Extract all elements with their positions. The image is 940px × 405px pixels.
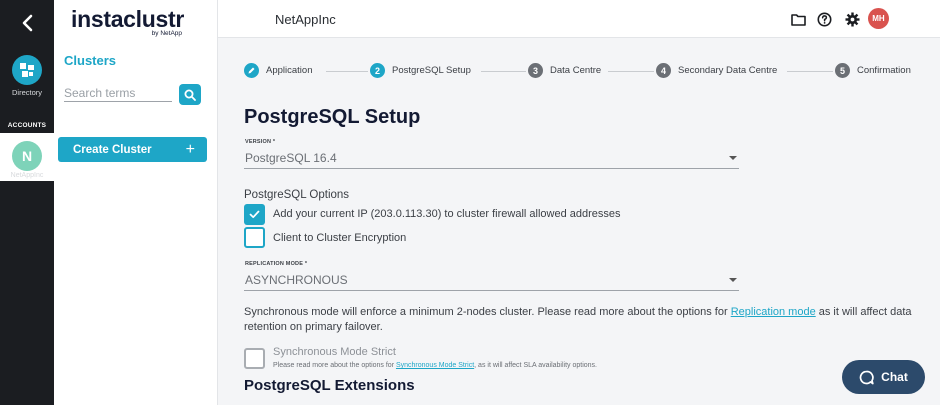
sync-description: Synchronous mode will enforce a minimum … xyxy=(244,305,924,335)
strict-mode-description: Please read more about the options for S… xyxy=(273,362,597,369)
chat-bubble-icon xyxy=(859,370,874,384)
step-connector xyxy=(326,71,368,72)
replication-mode-link[interactable]: Replication mode xyxy=(731,306,816,318)
replication-value: ASYNCHRONOUS xyxy=(245,273,348,287)
create-cluster-button[interactable]: Create Cluster + xyxy=(58,137,207,162)
sidebar-title: Clusters xyxy=(64,53,117,68)
sync-desc-text: Synchronous mode will enforce a minimum … xyxy=(244,306,731,318)
chat-button[interactable]: Chat xyxy=(842,360,925,394)
left-rail: Directory ACCOUNTS N NetAppInc xyxy=(0,0,54,405)
account-name: NetAppInc xyxy=(10,172,44,179)
directory-icon xyxy=(20,63,34,77)
strict-desc-text-end: , as it will affect SLA availability opt… xyxy=(474,362,597,369)
search-button[interactable] xyxy=(179,84,201,105)
step-secondary-data-centre[interactable]: 4 Secondary Data Centre xyxy=(656,63,777,78)
strict-mode-checkbox[interactable] xyxy=(244,348,265,369)
step-label: Confirmation xyxy=(857,65,911,76)
logo-text: instaclustr xyxy=(71,6,185,32)
step-number: 3 xyxy=(528,63,543,78)
brand-logo: instaclustr by NetApp xyxy=(71,6,184,37)
help-icon xyxy=(817,12,831,26)
step-connector xyxy=(608,71,654,72)
help-button[interactable] xyxy=(816,11,832,27)
folder-button[interactable] xyxy=(790,11,806,27)
chat-label: Chat xyxy=(881,370,908,384)
encryption-checkbox[interactable] xyxy=(244,227,265,248)
strict-mode-link[interactable]: Synchronous Mode Strict xyxy=(396,362,474,369)
version-value: PostgreSQL 16.4 xyxy=(245,151,337,165)
sidebar: instaclustr by NetApp Clusters Create Cl… xyxy=(54,0,218,405)
page-title: PostgreSQL Setup xyxy=(244,106,421,128)
options-title: PostgreSQL Options xyxy=(244,189,350,201)
user-avatar[interactable]: MH xyxy=(868,8,889,29)
strict-mode-label: Synchronous Mode Strict xyxy=(273,346,396,358)
step-label: Data Centre xyxy=(550,65,602,76)
plus-icon: + xyxy=(185,140,195,158)
directory-label: Directory xyxy=(11,88,42,97)
back-button[interactable] xyxy=(0,0,54,46)
version-select[interactable]: PostgreSQL 16.4 xyxy=(244,147,739,169)
pencil-icon xyxy=(248,67,255,74)
firewall-checkbox[interactable] xyxy=(244,204,265,225)
search-icon xyxy=(184,89,196,101)
account-avatar: N xyxy=(12,141,42,171)
step-done-icon xyxy=(244,63,259,78)
step-label: Application xyxy=(266,65,313,76)
directory-button[interactable] xyxy=(12,55,42,85)
step-number: 4 xyxy=(656,63,671,78)
folder-icon xyxy=(790,13,806,26)
firewall-checkbox-label: Add your current IP (203.0.113.30) to cl… xyxy=(273,208,621,220)
replication-select[interactable]: ASYNCHRONOUS xyxy=(244,269,739,291)
replication-label: REPLICATION MODE * xyxy=(245,261,308,267)
caret-down-icon xyxy=(729,156,737,160)
top-header: NetAppInc MH xyxy=(218,0,940,38)
version-label: VERSION * xyxy=(245,139,276,145)
search-input[interactable] xyxy=(64,84,172,102)
step-number: 2 xyxy=(370,63,385,78)
check-icon xyxy=(249,210,260,219)
step-confirmation[interactable]: 5 Confirmation xyxy=(835,63,911,78)
step-number: 5 xyxy=(835,63,850,78)
caret-down-icon xyxy=(729,278,737,282)
accounts-label: ACCOUNTS xyxy=(7,122,47,129)
settings-button[interactable] xyxy=(844,11,860,27)
step-data-centre[interactable]: 3 Data Centre xyxy=(528,63,601,78)
strict-desc-text: Please read more about the options for xyxy=(273,362,396,369)
extensions-title: PostgreSQL Extensions xyxy=(244,377,415,394)
gear-icon xyxy=(845,12,859,26)
step-connector xyxy=(481,71,526,72)
step-label: PostgreSQL Setup xyxy=(392,65,471,76)
step-postgresql-setup[interactable]: 2 PostgreSQL Setup xyxy=(370,63,471,78)
step-application[interactable]: Application xyxy=(244,63,312,78)
step-label: Secondary Data Centre xyxy=(678,65,778,76)
chevron-left-icon xyxy=(22,14,33,32)
create-cluster-label: Create Cluster xyxy=(73,143,152,156)
org-name: NetAppInc xyxy=(275,12,336,27)
step-connector xyxy=(787,71,833,72)
encryption-checkbox-label: Client to Cluster Encryption xyxy=(273,232,407,244)
